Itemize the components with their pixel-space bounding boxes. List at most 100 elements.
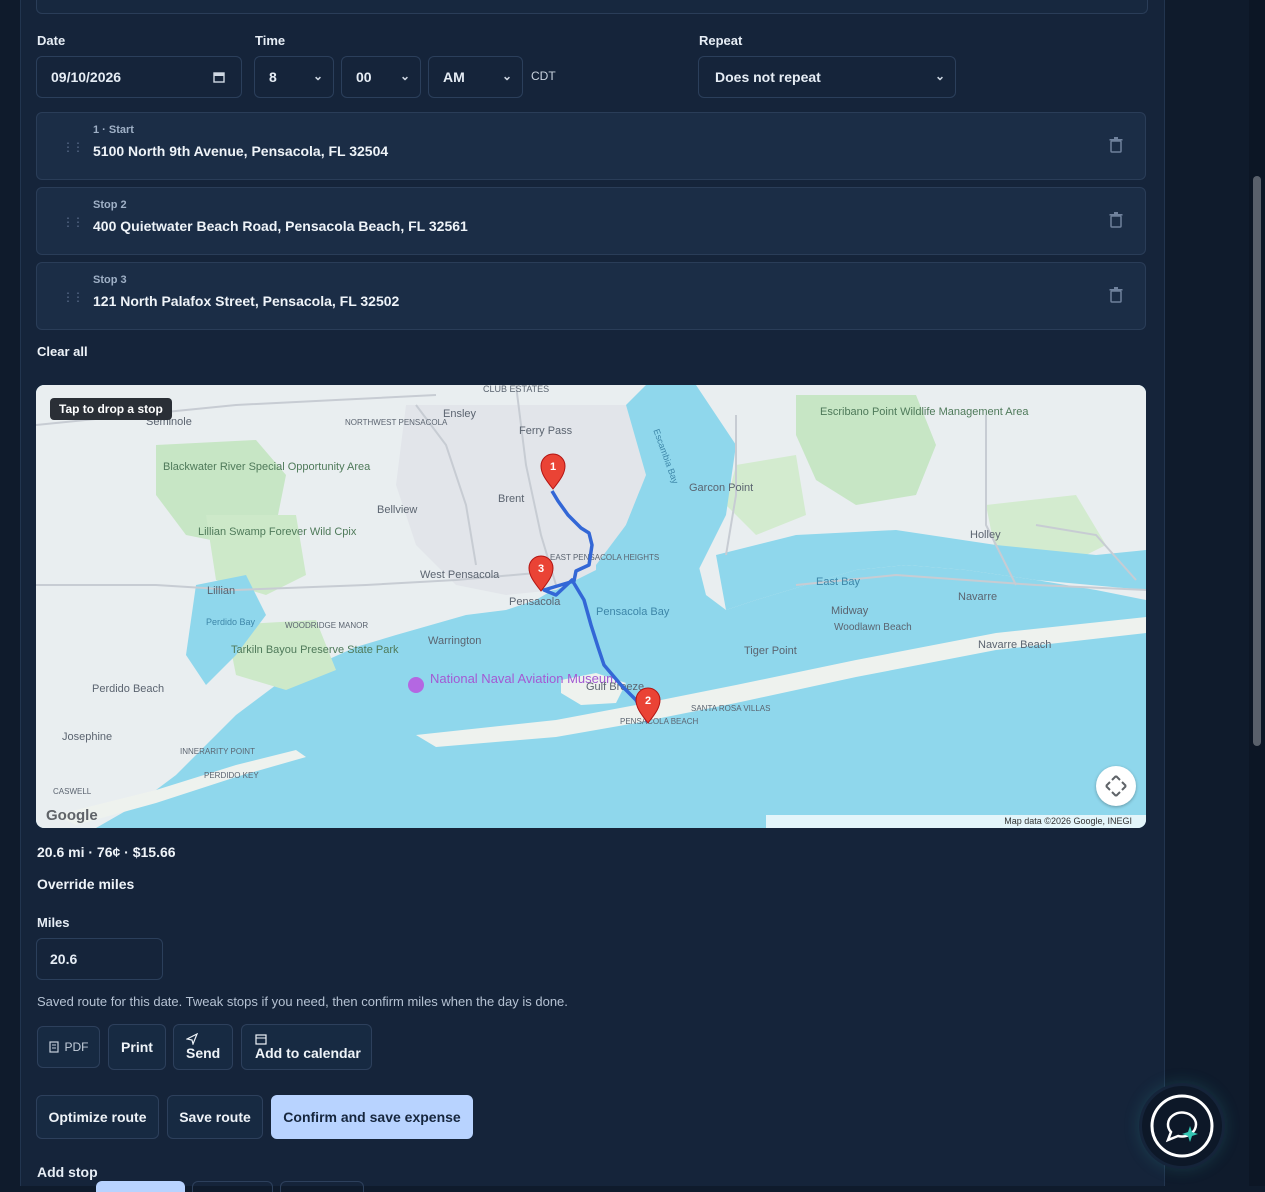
stop-address[interactable]: 5100 North 9th Avenue, Pensacola, FL 325…: [93, 143, 388, 159]
chat-assistant-button[interactable]: [1142, 1086, 1222, 1166]
map-place-label: Blackwater River Special Opportunity Are…: [163, 461, 371, 473]
map-place-label: PERDIDO KEY: [204, 771, 259, 780]
museum-poi-icon[interactable]: [408, 677, 424, 693]
marker-label: 3: [538, 563, 544, 575]
date-input[interactable]: 09/10/2026: [36, 56, 242, 98]
map-place-label: EAST PENSACOLA HEIGHTS: [550, 553, 659, 562]
calendar-icon[interactable]: [213, 71, 225, 83]
miles-label: Miles: [37, 915, 70, 930]
expand-icon: [1105, 775, 1127, 797]
map-place-label: Midway: [831, 605, 869, 617]
ampm-select[interactable]: AM ⌄: [428, 56, 523, 98]
miles-input[interactable]: 20.6: [36, 938, 163, 980]
miles-value: 20.6: [50, 951, 78, 967]
stop-row[interactable]: ⋮⋮ Stop 3 121 North Palafox Street, Pens…: [36, 262, 1146, 330]
map-place-label: Lillian Swamp Forever Wild Cpix: [198, 526, 357, 538]
stop-row[interactable]: ⋮⋮ 1 · Start 5100 North 9th Avenue, Pens…: [36, 112, 1146, 180]
map-place-label: Brent: [498, 493, 524, 505]
time-label: Time: [255, 33, 286, 48]
document-icon: [48, 1041, 59, 1053]
minute-value: 00: [356, 69, 372, 85]
map-place-label: Bellview: [377, 504, 417, 516]
route-summary: 20.6 mi · 76¢ · $15.66: [37, 844, 176, 860]
scrollbar-thumb[interactable]: [1253, 176, 1261, 746]
chevron-down-icon: ⌄: [934, 69, 945, 83]
repeat-value: Does not repeat: [715, 69, 821, 85]
chevron-down-icon: ⌄: [399, 69, 410, 83]
confirm-save-expense-label: Confirm and save expense: [283, 1109, 461, 1125]
map-place-label: Warrington: [428, 635, 481, 647]
pdf-button[interactable]: PDF: [37, 1026, 100, 1068]
save-route-label: Save route: [179, 1109, 251, 1125]
clear-all-link[interactable]: Clear all: [37, 344, 88, 359]
marker-label: 2: [645, 695, 651, 707]
chevron-down-icon: ⌄: [501, 69, 512, 83]
map-place-label: Tiger Point: [744, 645, 797, 657]
map-place-label: CLUB ESTATES: [483, 385, 549, 394]
chevron-down-icon: ⌄: [312, 69, 323, 83]
drag-handle-icon[interactable]: ⋮⋮: [62, 290, 84, 304]
marker-label: 1: [550, 461, 556, 473]
stop-address[interactable]: 121 North Palafox Street, Pensacola, FL …: [93, 293, 399, 309]
date-label: Date: [37, 33, 66, 48]
add-stop-option[interactable]: [192, 1181, 273, 1192]
map-place-label: Tarkiln Bayou Preserve State Park: [231, 644, 399, 656]
map-place-label: Pensacola: [509, 596, 561, 608]
hour-value: 8: [269, 69, 277, 85]
override-miles-toggle[interactable]: Override miles: [37, 876, 134, 892]
repeat-select[interactable]: Does not repeat ⌄: [698, 56, 956, 98]
stop-address[interactable]: 400 Quietwater Beach Road, Pensacola Bea…: [93, 218, 468, 234]
fullscreen-button[interactable]: [1096, 766, 1136, 806]
stop-label: Stop 3: [93, 274, 127, 286]
pdf-label: PDF: [64, 1040, 89, 1054]
map-place-label: NORTHWEST PENSACOLA: [345, 418, 448, 427]
map-place-label: Pensacola Bay: [596, 606, 670, 618]
drag-handle-icon[interactable]: ⋮⋮: [62, 140, 84, 154]
trash-icon[interactable]: [1109, 137, 1123, 153]
map-attribution[interactable]: Map data ©2026 Google, INEGI: [766, 815, 1146, 828]
add-stop-option[interactable]: [280, 1181, 364, 1192]
timezone-label: CDT: [531, 69, 556, 83]
ampm-value: AM: [443, 69, 465, 85]
print-button[interactable]: Print: [108, 1024, 166, 1070]
optimize-route-button[interactable]: Optimize route: [36, 1095, 159, 1139]
hour-select[interactable]: 8 ⌄: [254, 56, 334, 98]
date-value: 09/10/2026: [51, 69, 122, 85]
add-to-calendar-button[interactable]: Add to calendar: [241, 1024, 372, 1070]
add-stop-label: Add stop: [37, 1164, 98, 1180]
saved-route-note: Saved route for this date. Tweak stops i…: [37, 994, 568, 1009]
send-button[interactable]: Send: [173, 1024, 233, 1070]
confirm-save-expense-button[interactable]: Confirm and save expense: [271, 1095, 473, 1139]
map-canvas[interactable]: CLUB ESTATES Ensley NORTHWEST PENSACOLA …: [36, 385, 1146, 828]
map-place-label: PENSACOLA BEACH: [620, 717, 698, 726]
google-logo: Google: [46, 807, 98, 824]
stop-row[interactable]: ⋮⋮ Stop 2 400 Quietwater Beach Road, Pen…: [36, 187, 1146, 255]
send-label: Send: [186, 1045, 221, 1061]
trash-icon[interactable]: [1109, 287, 1123, 303]
map-place-label: Navarre: [958, 591, 997, 603]
add-to-calendar-label: Add to calendar: [255, 1045, 361, 1061]
print-label: Print: [121, 1039, 153, 1055]
map-place-label: Holley: [970, 529, 1001, 541]
map-place-label: West Pensacola: [420, 569, 500, 581]
calendar-icon: [255, 1034, 267, 1045]
add-stop-option[interactable]: [96, 1181, 185, 1192]
save-route-button[interactable]: Save route: [167, 1095, 263, 1139]
map-place-label: Gulf Breeze: [586, 681, 644, 693]
repeat-label: Repeat: [699, 33, 743, 48]
previous-field-edge: [36, 0, 1148, 14]
map-place-label: Lillian: [207, 585, 235, 597]
map-place-label: Josephine: [62, 731, 112, 743]
map-place-label: Ferry Pass: [519, 425, 573, 437]
trash-icon[interactable]: [1109, 212, 1123, 228]
map-place-label: Garcon Point: [689, 482, 753, 494]
map-place-label: Woodlawn Beach: [834, 622, 912, 633]
map-place-label: CASWELL: [53, 787, 92, 796]
map-place-label: Navarre Beach: [978, 639, 1051, 651]
drag-handle-icon[interactable]: ⋮⋮: [62, 215, 84, 229]
map-place-label: Perdido Bay: [206, 617, 256, 627]
tap-hint-chip: Tap to drop a stop: [50, 398, 172, 420]
minute-select[interactable]: 00 ⌄: [341, 56, 421, 98]
route-map[interactable]: CLUB ESTATES Ensley NORTHWEST PENSACOLA …: [36, 385, 1146, 828]
stop-label: 1 · Start: [93, 124, 134, 136]
